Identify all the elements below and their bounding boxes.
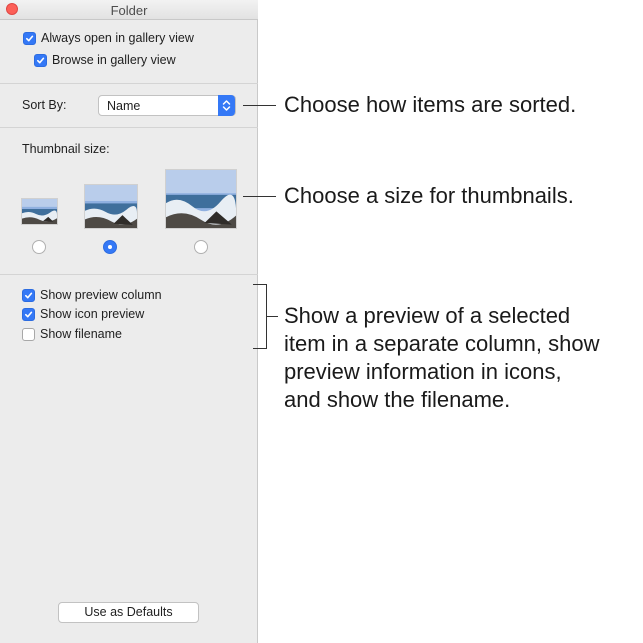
folder-options-panel: Folder Always open in gallery view Brows… — [0, 0, 258, 643]
thumbnail-size-label: Thumbnail size: — [22, 142, 110, 156]
browse-gallery-option[interactable]: Browse in gallery view — [34, 53, 176, 67]
preview-callout-line — [266, 316, 278, 317]
always-open-gallery-label: Always open in gallery view — [41, 31, 194, 45]
sort-callout-text: Choose how items are sorted. — [284, 92, 577, 117]
preview-callout-line-3: preview information in icons, — [284, 359, 562, 384]
divider — [0, 127, 258, 128]
use-as-defaults-button[interactable]: Use as Defaults — [58, 602, 199, 623]
show-preview-column-checkbox[interactable] — [22, 288, 35, 302]
show-filename-option[interactable]: Show filename — [22, 327, 122, 341]
chevron-up-down-icon — [218, 95, 235, 116]
show-filename-checkbox[interactable] — [22, 327, 35, 341]
checkmark-icon — [36, 57, 45, 63]
show-icon-preview-checkbox[interactable] — [22, 307, 35, 321]
checkmark-icon — [24, 311, 33, 317]
thumbnail-callout-text: Choose a size for thumbnails. — [284, 183, 574, 208]
show-filename-label: Show filename — [40, 327, 122, 341]
always-open-gallery-option[interactable]: Always open in gallery view — [23, 31, 194, 45]
thumbnail-medium-radio[interactable] — [103, 240, 117, 254]
show-preview-column-option[interactable]: Show preview column — [22, 288, 162, 302]
divider — [0, 274, 258, 275]
thumbnail-small-image — [21, 198, 58, 225]
sort-callout-line — [243, 105, 276, 106]
checkmark-icon — [24, 292, 33, 298]
preview-callout-line-1: Show a preview of a selected — [284, 303, 571, 328]
thumbnail-large-image — [165, 169, 237, 229]
browse-gallery-checkbox[interactable] — [34, 53, 47, 67]
window-title: Folder — [110, 3, 148, 18]
show-preview-column-label: Show preview column — [40, 288, 162, 302]
sort-by-value: Name — [107, 99, 141, 113]
sort-by-label: Sort By: — [22, 98, 67, 112]
thumbnail-large-radio[interactable] — [194, 240, 208, 254]
show-icon-preview-label: Show icon preview — [40, 307, 145, 321]
divider — [0, 83, 258, 84]
title-bar: Folder — [0, 0, 258, 20]
thumbnail-callout-line — [243, 196, 276, 197]
thumbnail-medium-image — [84, 184, 138, 229]
always-open-gallery-checkbox[interactable] — [23, 31, 36, 45]
browse-gallery-label: Browse in gallery view — [52, 53, 176, 67]
show-icon-preview-option[interactable]: Show icon preview — [22, 307, 144, 321]
preview-bracket-bottom — [253, 348, 267, 349]
preview-callout-line-4: and show the filename. — [284, 387, 511, 412]
checkmark-icon — [25, 35, 34, 41]
sort-by-popup[interactable]: Name — [98, 95, 236, 116]
thumbnail-small-radio[interactable] — [32, 240, 46, 254]
preview-callout-line-2: item in a separate column, show — [284, 331, 600, 356]
preview-bracket-top — [253, 284, 267, 285]
